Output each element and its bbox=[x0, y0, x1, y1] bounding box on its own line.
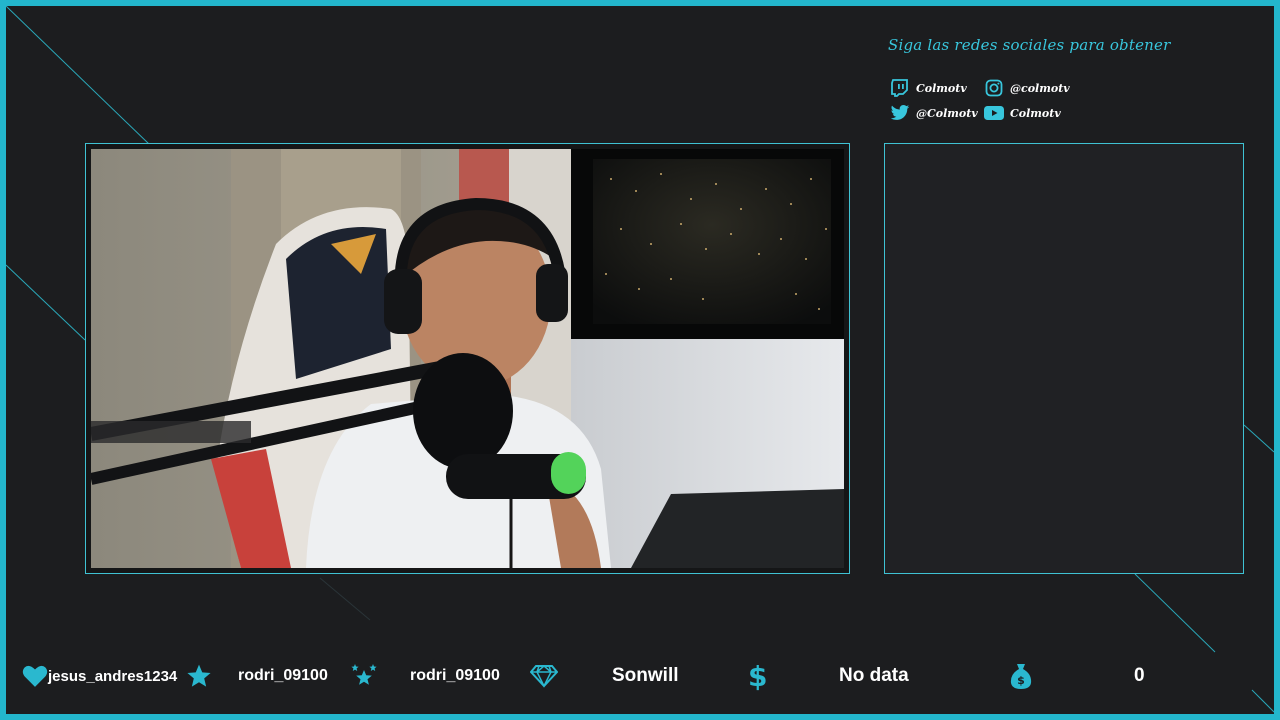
heart-icon bbox=[22, 664, 48, 688]
side-panel bbox=[884, 143, 1244, 574]
top-cheer-text: Sonwill bbox=[612, 656, 679, 696]
dollar-icon: $ bbox=[748, 659, 768, 693]
youtube-label: Colmotv bbox=[1010, 106, 1061, 120]
top-cheer bbox=[530, 656, 558, 696]
social-twitch[interactable]: Colmotv bbox=[890, 78, 967, 98]
last-follower: jesus_andres1234 bbox=[22, 656, 177, 696]
stats-bar: jesus_andres1234 rodri_09100 rodri_09100 bbox=[6, 656, 1274, 696]
donation-total: $ bbox=[1009, 656, 1033, 696]
last-gift-text: rodri_09100 bbox=[410, 656, 500, 696]
stars-icon bbox=[350, 662, 378, 690]
last-subscriber bbox=[186, 656, 212, 696]
social-youtube[interactable]: Colmotv bbox=[984, 103, 1061, 123]
social-twitter[interactable]: @Colmotv bbox=[890, 103, 978, 123]
twitch-icon bbox=[890, 78, 910, 98]
last-donation-value: No data bbox=[839, 665, 909, 686]
donation-total-value: 0 bbox=[1134, 665, 1145, 686]
social-title: Siga las redes sociales para obtener bbox=[888, 36, 1171, 54]
webcam-video bbox=[91, 149, 844, 568]
last-subscriber-name: rodri_09100 bbox=[238, 667, 328, 684]
twitter-icon bbox=[890, 103, 910, 123]
last-donation-text: No data bbox=[839, 656, 909, 696]
diamond-icon bbox=[530, 664, 558, 688]
last-gift-name: rodri_09100 bbox=[410, 667, 500, 684]
svg-text:$: $ bbox=[1017, 674, 1025, 687]
instagram-label: @colmotv bbox=[1010, 81, 1070, 95]
top-cheer-name: Sonwill bbox=[612, 665, 679, 686]
star-icon bbox=[186, 663, 212, 689]
last-follower-name: jesus_andres1234 bbox=[48, 667, 178, 685]
social-instagram[interactable]: @colmotv bbox=[984, 78, 1070, 98]
webcam-scene bbox=[91, 149, 844, 568]
money-bag-icon: $ bbox=[1009, 662, 1033, 690]
donation-total-text: 0 bbox=[1134, 656, 1145, 696]
twitter-label: @Colmotv bbox=[916, 106, 978, 120]
last-donation: $ bbox=[748, 656, 767, 696]
last-subscriber-text: rodri_09100 bbox=[238, 656, 328, 696]
youtube-icon bbox=[984, 103, 1004, 123]
twitch-label: Colmotv bbox=[916, 81, 967, 95]
last-gift bbox=[350, 656, 378, 696]
instagram-icon bbox=[984, 78, 1004, 98]
